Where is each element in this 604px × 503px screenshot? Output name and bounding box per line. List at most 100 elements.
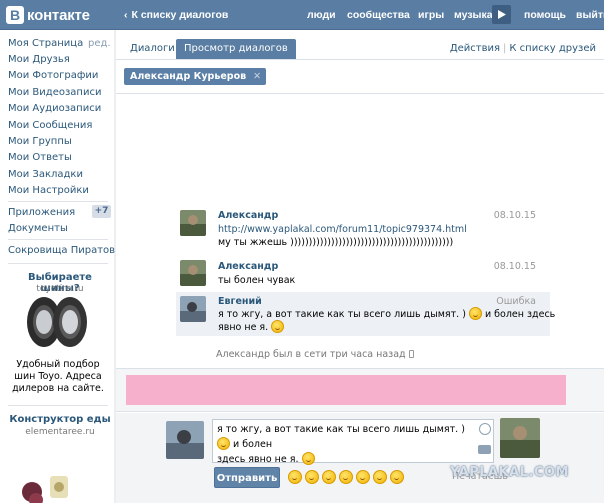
nav-music[interactable]: музыка bbox=[454, 9, 493, 21]
online-status-text: Александр был в сети три часа назад bbox=[216, 349, 406, 360]
to-friends-list-link[interactable]: К списку друзей bbox=[509, 43, 596, 54]
sidebar-item-videos[interactable]: Мои Видеозаписи bbox=[8, 87, 101, 98]
top-bar: В контакте ‹ К списку диалогов люди сообщ… bbox=[0, 0, 604, 30]
smile-emoji-icon bbox=[468, 307, 482, 320]
message-item[interactable]: Александр 08.10.15 http://www.yaplakal.c… bbox=[176, 204, 550, 252]
sidebar-divider bbox=[8, 239, 108, 240]
peer-avatar[interactable] bbox=[500, 418, 540, 458]
laugh-emoji-icon[interactable] bbox=[322, 470, 336, 484]
sidebar-item-messages[interactable]: Мои Сообщения bbox=[8, 120, 92, 131]
compose-line1: я то жгу, а вот такие как ты всего лишь … bbox=[217, 423, 471, 452]
smile-emoji-icon bbox=[271, 320, 285, 333]
tab-dialogs[interactable]: Диалоги bbox=[122, 39, 183, 59]
sidebar-item-answers[interactable]: Мои Ответы bbox=[8, 152, 72, 163]
sidebar-divider bbox=[8, 263, 108, 264]
watermark: YAPLAKAL.COM bbox=[450, 465, 569, 480]
play-button[interactable] bbox=[492, 5, 511, 24]
back-to-dialogs-label: К списку диалогов bbox=[131, 9, 229, 21]
sidebar-item-photos[interactable]: Мои Фотографии bbox=[8, 70, 98, 81]
my-avatar[interactable] bbox=[166, 421, 204, 459]
close-icon[interactable]: ✕ bbox=[253, 68, 261, 85]
compose-text-part: и болен bbox=[233, 439, 273, 450]
ad-food-image[interactable] bbox=[18, 470, 78, 503]
compose-text-part: здесь явно не я. bbox=[217, 454, 299, 465]
pink-highlight-bar bbox=[126, 375, 566, 405]
emoji-picker-icon[interactable] bbox=[479, 423, 491, 435]
message-text-part: я то жгу, а вот такие как ты всего лишь … bbox=[218, 309, 466, 320]
message-date: 08.10.15 bbox=[493, 261, 536, 272]
compose-text-part: я то жгу, а вот такие как ты всего лишь … bbox=[217, 424, 465, 435]
message-author[interactable]: Александр bbox=[218, 210, 278, 221]
sidebar-item-documents[interactable]: Документы bbox=[8, 223, 68, 234]
apps-count-badge: +7 bbox=[92, 205, 111, 218]
message-list: Александр 08.10.15 http://www.yaplakal.c… bbox=[116, 94, 604, 364]
camera-icon[interactable] bbox=[478, 445, 491, 454]
sidebar-item-settings[interactable]: Мои Настройки bbox=[8, 185, 89, 196]
actions-link[interactable]: Действия bbox=[450, 43, 500, 54]
avatar[interactable] bbox=[180, 260, 206, 286]
message-text: ты болен чувак bbox=[218, 275, 296, 286]
smile-emoji-icon bbox=[301, 452, 315, 465]
nav-games[interactable]: игры bbox=[418, 9, 444, 21]
sidebar-item-apps[interactable]: Приложения bbox=[8, 207, 75, 218]
highlight-row bbox=[116, 368, 604, 412]
sidebar-divider bbox=[8, 405, 108, 406]
quick-emoji-bar bbox=[288, 470, 404, 484]
vk-logo-text: контакте bbox=[27, 6, 90, 24]
ad-food-title[interactable]: Конструктор еды bbox=[8, 414, 112, 425]
tab-right-links: Действия | К списку друзей bbox=[450, 43, 596, 54]
message-link-line: http://www.yaplakal.com/forum11/topic979… bbox=[218, 223, 467, 237]
smile-emoji-icon bbox=[217, 437, 230, 450]
avatar[interactable] bbox=[180, 296, 206, 322]
smile-emoji-icon[interactable] bbox=[288, 470, 302, 484]
nav-people[interactable]: люди bbox=[307, 9, 336, 21]
filter-token-user[interactable]: Александр Курьеров ✕ bbox=[124, 68, 267, 85]
avatar[interactable] bbox=[180, 210, 206, 236]
ad-food-domain: elementaree.ru bbox=[25, 427, 95, 437]
compose-line2: здесь явно не я. bbox=[217, 452, 471, 467]
message-link[interactable]: http://www.yaplakal.com/forum11/topic979… bbox=[218, 224, 467, 235]
cool-emoji-icon[interactable] bbox=[390, 470, 404, 484]
mobile-icon bbox=[408, 350, 414, 358]
nav-logout[interactable]: выйти bbox=[576, 9, 604, 21]
message-item-selected[interactable]: Евгений Ошибка я то жгу, а вот такие как… bbox=[176, 292, 555, 336]
back-to-dialogs-link[interactable]: ‹ К списку диалогов bbox=[124, 9, 228, 21]
filter-token-label: Александр Курьеров bbox=[130, 71, 247, 82]
sidebar-item-my-page[interactable]: Моя Страница bbox=[8, 38, 83, 49]
thumbs-up-emoji-icon[interactable] bbox=[305, 470, 319, 484]
nav-communities[interactable]: сообщества bbox=[347, 9, 410, 21]
sidebar-edit-link[interactable]: ред. bbox=[88, 38, 111, 49]
sidebar-item-groups[interactable]: Мои Группы bbox=[8, 136, 72, 147]
message-text-part: и болен здесь bbox=[484, 309, 556, 320]
vk-logo[interactable]: В контакте bbox=[6, 6, 90, 24]
message-error-status: Ошибка bbox=[496, 296, 536, 307]
chevron-left-icon: ‹ bbox=[124, 9, 128, 21]
nav-help[interactable]: помощь bbox=[524, 9, 566, 21]
ad-tires-image[interactable] bbox=[18, 296, 98, 348]
sidebar-item-friends[interactable]: Мои Друзья bbox=[8, 54, 70, 65]
message-text-part: явно не я. bbox=[218, 322, 269, 333]
play-icon bbox=[498, 10, 506, 19]
wink-emoji-icon[interactable] bbox=[373, 470, 387, 484]
message-text-line2: явно не я. bbox=[218, 320, 285, 335]
message-item[interactable]: Александр 08.10.15 ты болен чувак bbox=[176, 256, 550, 290]
tab-view-dialogs[interactable]: Просмотр диалогов bbox=[176, 39, 296, 59]
left-sidebar: Моя Страница ред. Мои Друзья Мои Фотогра… bbox=[0, 30, 115, 503]
message-author[interactable]: Александр bbox=[218, 261, 278, 272]
send-button[interactable]: Отправить bbox=[214, 467, 280, 488]
online-status-note: Александр был в сети три часа назад bbox=[216, 349, 414, 360]
smirk-emoji-icon[interactable] bbox=[356, 470, 370, 484]
ad-tires-text: Удобный подбор шин Toyo. Адреса дилеров … bbox=[12, 359, 104, 394]
sidebar-item-bookmarks[interactable]: Мои Закладки bbox=[8, 169, 83, 180]
message-text: му ты жжешь ))))))))))))))))))))))))))))… bbox=[218, 237, 454, 248]
message-input[interactable]: я то жгу, а вот такие как ты всего лишь … bbox=[212, 419, 494, 465]
sidebar-divider bbox=[8, 201, 108, 202]
message-author[interactable]: Евгений bbox=[218, 296, 262, 307]
sidebar-item-pirate-treasures[interactable]: Сокровища Пиратов bbox=[8, 245, 115, 256]
message-date: 08.10.15 bbox=[493, 210, 536, 221]
compose-area: я то жгу, а вот такие как ты всего лишь … bbox=[116, 413, 604, 503]
link-separator: | bbox=[503, 43, 507, 54]
ad-tires-domain: toyotire.ru bbox=[36, 284, 84, 294]
grin-emoji-icon[interactable] bbox=[339, 470, 353, 484]
sidebar-item-audio[interactable]: Мои Аудиозаписи bbox=[8, 103, 101, 114]
